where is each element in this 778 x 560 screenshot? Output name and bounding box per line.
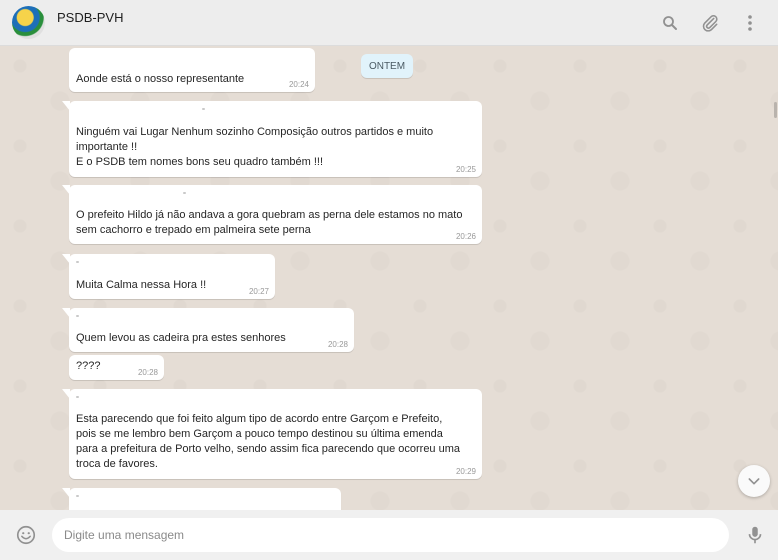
message-time: 20:24: [288, 80, 309, 89]
message-time: 20:28: [137, 368, 158, 377]
message-list[interactable]: ONTEM Aonde está o nosso representante 2…: [0, 46, 778, 510]
sender-label: [76, 315, 79, 317]
message-time: 20:26: [455, 232, 476, 241]
message-time: 20:29: [455, 467, 476, 476]
message-bubble[interactable]: ???? 20:28: [69, 355, 164, 380]
message-bubble[interactable]: Aonde está o nosso representante 20:24: [69, 48, 315, 92]
microphone-icon[interactable]: [744, 524, 766, 546]
sender-label: [183, 192, 186, 194]
message-bubble[interactable]: Esta parecendo que foi feito algum tipo …: [62, 389, 482, 479]
emoji-icon[interactable]: [15, 524, 37, 546]
message-time: 20:28: [327, 340, 348, 349]
message-text: Esta parecendo que foi feito algum tipo …: [76, 413, 461, 470]
chat-header: PSDB-PVH: [0, 0, 778, 46]
date-separator: ONTEM: [361, 54, 413, 78]
message-time: 20:25: [455, 165, 476, 174]
sender-label: [76, 261, 79, 263]
scrollbar-thumb[interactable]: [774, 102, 777, 118]
message-bubble[interactable]: Muita Calma nessa Hora !! 20:27: [62, 254, 275, 299]
search-icon[interactable]: [659, 12, 681, 34]
composer: [0, 510, 778, 560]
message-input[interactable]: [52, 518, 729, 552]
message-bubble[interactable]: [62, 488, 341, 510]
message-text: O prefeito Hildo já não andava a gora qu…: [76, 209, 463, 236]
menu-icon[interactable]: [739, 12, 761, 34]
message-text: Muita Calma nessa Hora !!: [76, 279, 207, 291]
scroll-down-button[interactable]: [738, 465, 770, 497]
message-text: Aonde está o nosso representante: [76, 73, 245, 85]
message-time: 20:27: [248, 287, 269, 296]
chevron-down-icon: [748, 478, 760, 485]
sender-label: [76, 495, 79, 497]
attach-icon[interactable]: [699, 12, 721, 34]
message-bubble[interactable]: Ninguém vai Lugar Nenhum sozinho Composi…: [62, 101, 482, 177]
message-text: Quem levou as cadeira pra estes senhores: [76, 332, 286, 344]
sender-label: [76, 396, 79, 398]
message-bubble[interactable]: O prefeito Hildo já não andava a gora qu…: [62, 185, 482, 244]
message-text: Ninguém vai Lugar Nenhum sozinho Composi…: [76, 126, 434, 168]
sender-label: [202, 108, 205, 110]
chat-title[interactable]: PSDB-PVH: [57, 10, 123, 25]
avatar[interactable]: [12, 6, 45, 39]
message-text: ????: [76, 360, 101, 372]
message-bubble[interactable]: Quem levou as cadeira pra estes senhores…: [62, 308, 354, 352]
